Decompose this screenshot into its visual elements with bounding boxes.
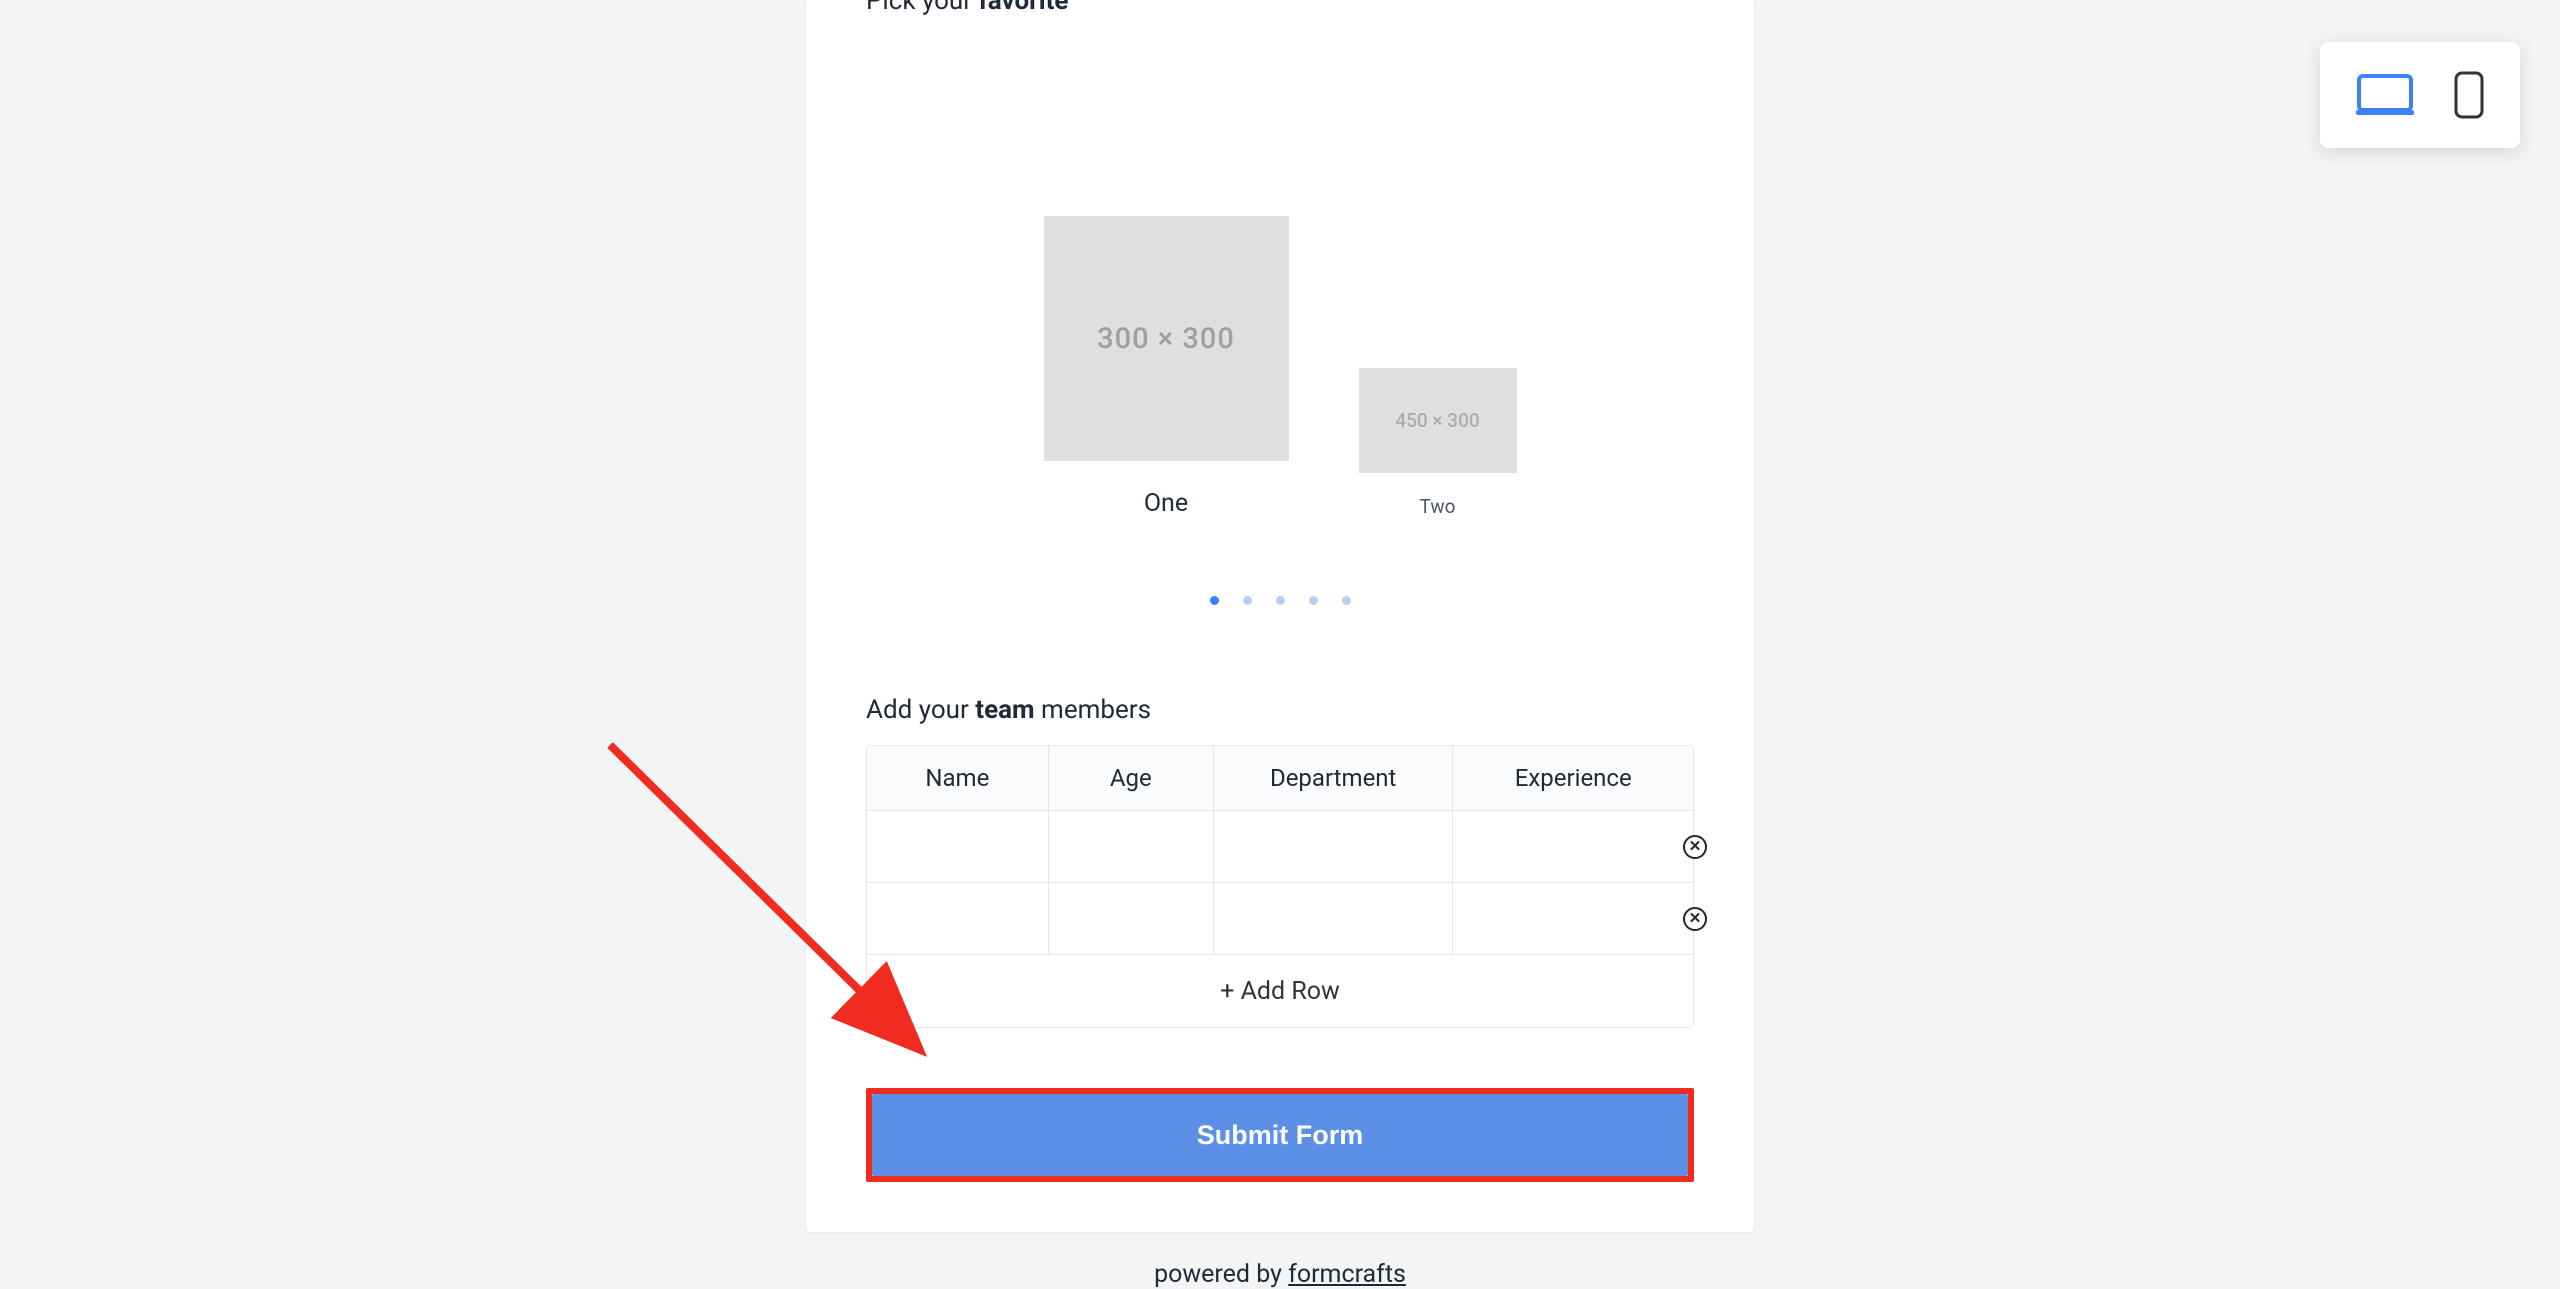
submit-button[interactable]: Submit Form	[872, 1094, 1688, 1176]
carousel-caption: One	[1144, 489, 1188, 518]
col-age: Age	[1049, 746, 1214, 811]
placeholder-image: 300 × 300	[1044, 216, 1289, 461]
team-label-suffix: members	[1035, 695, 1151, 725]
table-row: ✕	[867, 811, 1693, 883]
dot-5[interactable]	[1342, 596, 1351, 605]
submit-highlight-annotation: Submit Form	[866, 1088, 1694, 1182]
submit-wrapper: Submit Form	[806, 1028, 1754, 1232]
cell-department[interactable]	[1214, 811, 1453, 882]
placeholder-text: 300 × 300	[1097, 322, 1235, 356]
dot-4[interactable]	[1309, 596, 1318, 605]
cell-name[interactable]	[867, 883, 1048, 954]
desktop-icon[interactable]	[2356, 73, 2414, 117]
col-name: Name	[867, 746, 1049, 811]
favorite-carousel: 300 × 300 One 450 × 300 Two	[806, 16, 1754, 518]
remove-row-icon[interactable]: ✕	[1683, 835, 1707, 859]
table-header-row: Name Age Department Experience	[867, 746, 1693, 811]
powered-prefix: powered by	[1154, 1260, 1288, 1289]
remove-row-icon[interactable]: ✕	[1683, 907, 1707, 931]
team-section: Add your team members Name Age Departmen…	[806, 695, 1754, 1028]
dot-2[interactable]	[1243, 596, 1252, 605]
placeholder-text: 450 × 300	[1395, 409, 1479, 432]
carousel-dots	[806, 596, 1754, 605]
col-experience: Experience	[1453, 746, 1693, 811]
favorite-label-prefix: Pick your	[866, 0, 979, 16]
team-label-prefix: Add your	[866, 695, 975, 725]
cell-experience[interactable]	[1453, 811, 1693, 882]
dot-3[interactable]	[1276, 596, 1285, 605]
powered-by: powered by formcrafts	[806, 1260, 1754, 1289]
mobile-icon[interactable]	[2454, 71, 2484, 119]
carousel-caption: Two	[1420, 495, 1456, 518]
placeholder-image: 450 × 300	[1359, 368, 1517, 473]
powered-link[interactable]: formcrafts	[1288, 1260, 1406, 1289]
team-label-bold: team	[975, 695, 1034, 725]
col-department: Department	[1214, 746, 1454, 811]
cell-department[interactable]	[1214, 883, 1453, 954]
device-toggle	[2320, 42, 2520, 148]
cell-experience[interactable]	[1453, 883, 1693, 954]
carousel-item-two[interactable]: 450 × 300 Two	[1359, 368, 1517, 518]
team-table: Name Age Department Experience ✕	[866, 745, 1694, 1028]
dot-1[interactable]	[1210, 596, 1219, 605]
cell-age[interactable]	[1049, 883, 1213, 954]
carousel-item-one[interactable]: 300 × 300 One	[1044, 216, 1289, 518]
table-row: ✕	[867, 883, 1693, 955]
add-row-label[interactable]: + Add Row	[867, 955, 1693, 1027]
favorite-label: Pick your favorite	[806, 0, 1754, 16]
team-label: Add your team members	[866, 695, 1694, 725]
favorite-label-bold: favorite	[979, 0, 1069, 16]
cell-age[interactable]	[1049, 811, 1213, 882]
add-row[interactable]: + Add Row	[867, 955, 1693, 1027]
cell-name[interactable]	[867, 811, 1048, 882]
form-card: Pick your favorite 300 × 300 One 450 × 3…	[806, 0, 1754, 1232]
